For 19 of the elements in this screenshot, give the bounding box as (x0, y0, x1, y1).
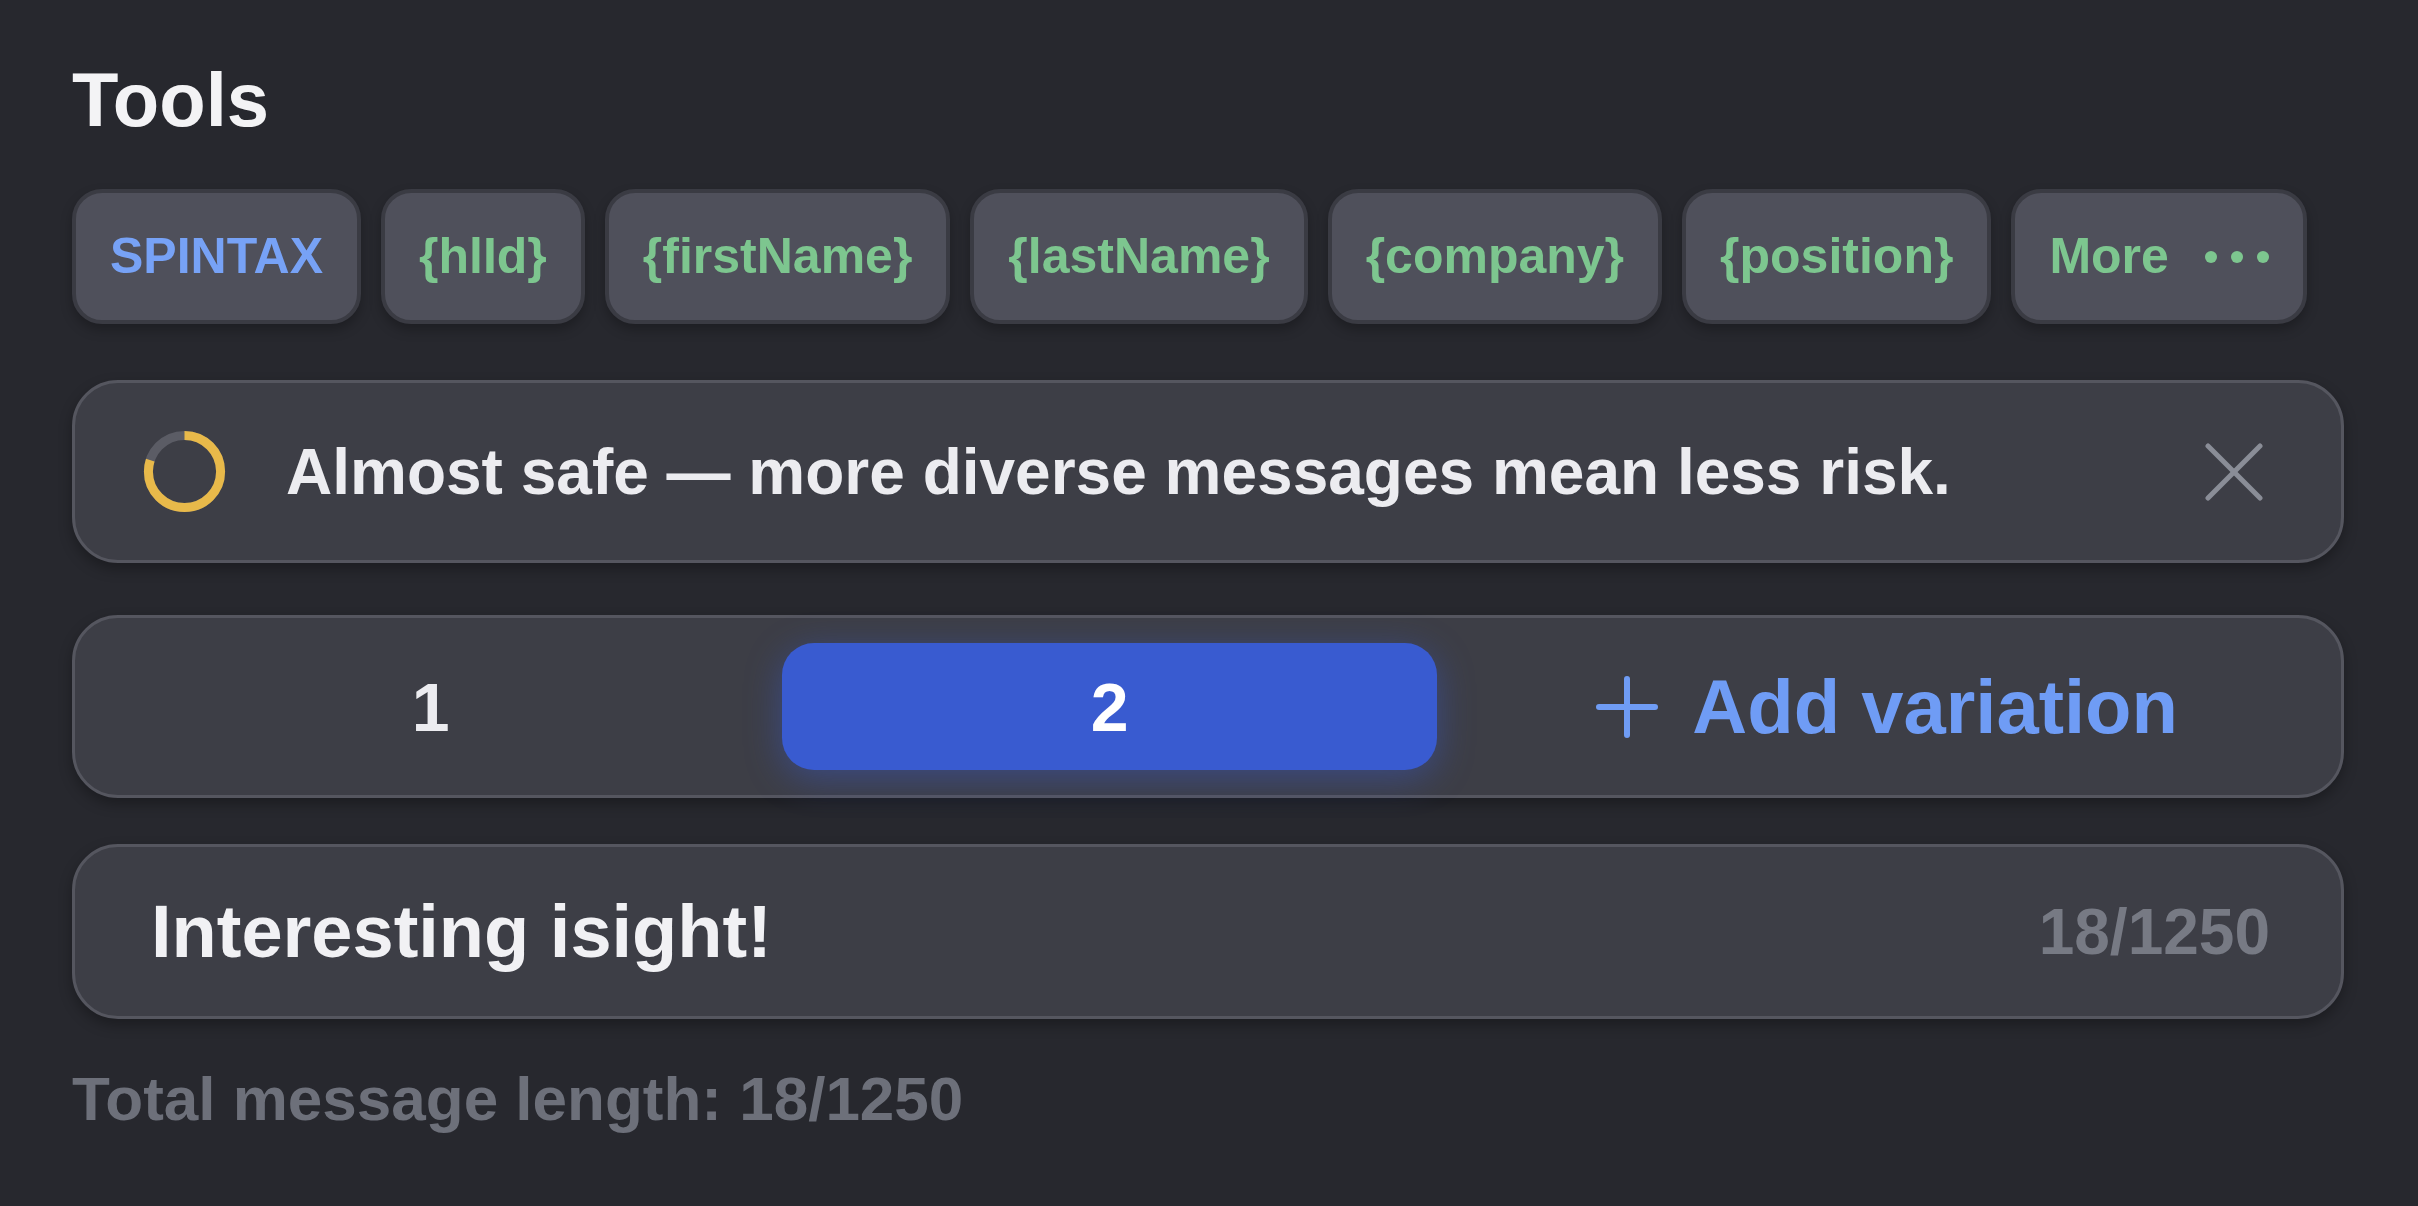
ellipsis-icon (2204, 250, 2269, 263)
character-count: 18/1250 (2038, 894, 2270, 969)
variable-chip[interactable]: {position} (1682, 189, 1992, 325)
more-button[interactable]: More (2011, 189, 2307, 325)
progress-ring-icon (143, 430, 226, 514)
variable-chip[interactable]: {hlId} (381, 189, 585, 325)
variable-chip[interactable]: {lastName} (970, 189, 1308, 325)
plus-icon (1596, 675, 1659, 738)
variation-tab[interactable]: 2 (782, 643, 1438, 771)
variable-chip[interactable]: {company} (1327, 189, 1663, 325)
variation-tab[interactable]: 1 (103, 643, 759, 771)
alert-message: Almost safe — more diverse messages mean less risk. (286, 434, 1952, 509)
total-length-text: Total message length: 18/1250 (72, 1063, 964, 1135)
close-icon (2205, 442, 2263, 501)
variable-chip[interactable]: {firstName} (604, 189, 951, 325)
add-variation-button[interactable]: Add variation (1461, 643, 2313, 771)
section-title: Tools (72, 56, 269, 144)
spintax-button[interactable]: SPINTAX (72, 189, 361, 325)
close-button[interactable] (2205, 442, 2263, 501)
